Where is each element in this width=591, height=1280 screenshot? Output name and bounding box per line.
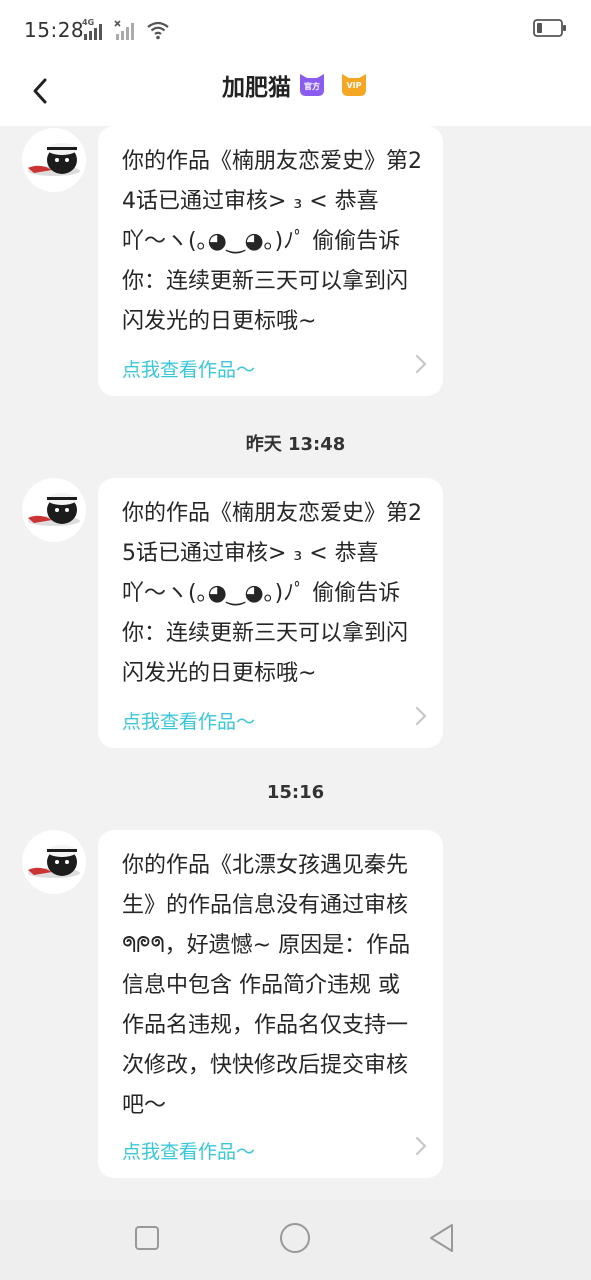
time-divider: 15:16: [266, 782, 325, 803]
message-bubble[interactable]: 你的作品《楠朋友恋爱史》第25话已通过审核> ₃ < 恭喜吖〜ヽ(｡◕‿◕｡)ﾉ…: [98, 478, 443, 748]
recent-apps-button[interactable]: [127, 1220, 167, 1260]
chevron-right-icon: [415, 1136, 427, 1160]
avatar[interactable]: [22, 478, 86, 542]
official-badge: 官方: [297, 72, 327, 98]
home-button[interactable]: [275, 1220, 315, 1260]
home-circle-icon: [279, 1222, 311, 1258]
vip-badge: VIP: [339, 72, 369, 98]
message-bubble[interactable]: 你的作品《楠朋友恋爱史》第24话已通过审核> ₃ < 恭喜吖〜ヽ(｡◕‿◕｡)ﾉ…: [98, 126, 443, 396]
time-divider: 昨天 13:48: [245, 434, 346, 455]
official-badge-label: 官方: [304, 82, 320, 91]
signal-no-sim-icon: [114, 20, 138, 40]
avatar[interactable]: [22, 128, 86, 192]
chevron-right-icon: [415, 354, 427, 378]
wifi-icon: [146, 20, 170, 40]
system-nav-bar: [0, 1200, 591, 1280]
chat-header: 加肥猫 官方 VIP: [0, 60, 591, 126]
view-work-link[interactable]: 点我查看作品〜: [122, 355, 255, 382]
battery-icon: [533, 18, 567, 42]
page-title: 加肥猫: [222, 75, 291, 101]
status-time: 15:28: [24, 18, 85, 42]
system-back-button[interactable]: [422, 1220, 462, 1260]
chevron-right-icon: [415, 706, 427, 730]
message-text: 你的作品《楠朋友恋爱史》第25话已通过审核> ₃ < 恭喜吖〜ヽ(｡◕‿◕｡)ﾉ…: [122, 501, 422, 686]
avatar[interactable]: [22, 830, 86, 894]
chat-area[interactable]: 你的作品《楠朋友恋爱史》第24话已通过审核> ₃ < 恭喜吖〜ヽ(｡◕‿◕｡)ﾉ…: [0, 126, 591, 1200]
vip-badge-label: VIP: [346, 81, 362, 90]
message-bubble[interactable]: 你的作品《北漂女孩遇见秦先生》的作品信息没有通过审核 ᖗᖘᖗ，好遗憾~ 原因是：…: [98, 830, 443, 1178]
signal-4g-icon: 4G: [82, 18, 106, 40]
back-triangle-icon: [428, 1223, 456, 1257]
view-work-link[interactable]: 点我查看作品〜: [122, 1137, 255, 1164]
message-text: 你的作品《北漂女孩遇见秦先生》的作品信息没有通过审核 ᖗᖘᖗ，好遗憾~ 原因是：…: [122, 853, 411, 1118]
header-title-group: 加肥猫 官方 VIP: [0, 60, 591, 110]
status-bar: 15:28 4G: [0, 0, 591, 60]
status-icons: 4G: [82, 18, 170, 40]
recent-apps-square-icon: [134, 1225, 160, 1255]
message-text: 你的作品《楠朋友恋爱史》第24话已通过审核> ₃ < 恭喜吖〜ヽ(｡◕‿◕｡)ﾉ…: [122, 149, 422, 334]
network-label: 4G: [82, 18, 95, 27]
view-work-link[interactable]: 点我查看作品〜: [122, 707, 255, 734]
